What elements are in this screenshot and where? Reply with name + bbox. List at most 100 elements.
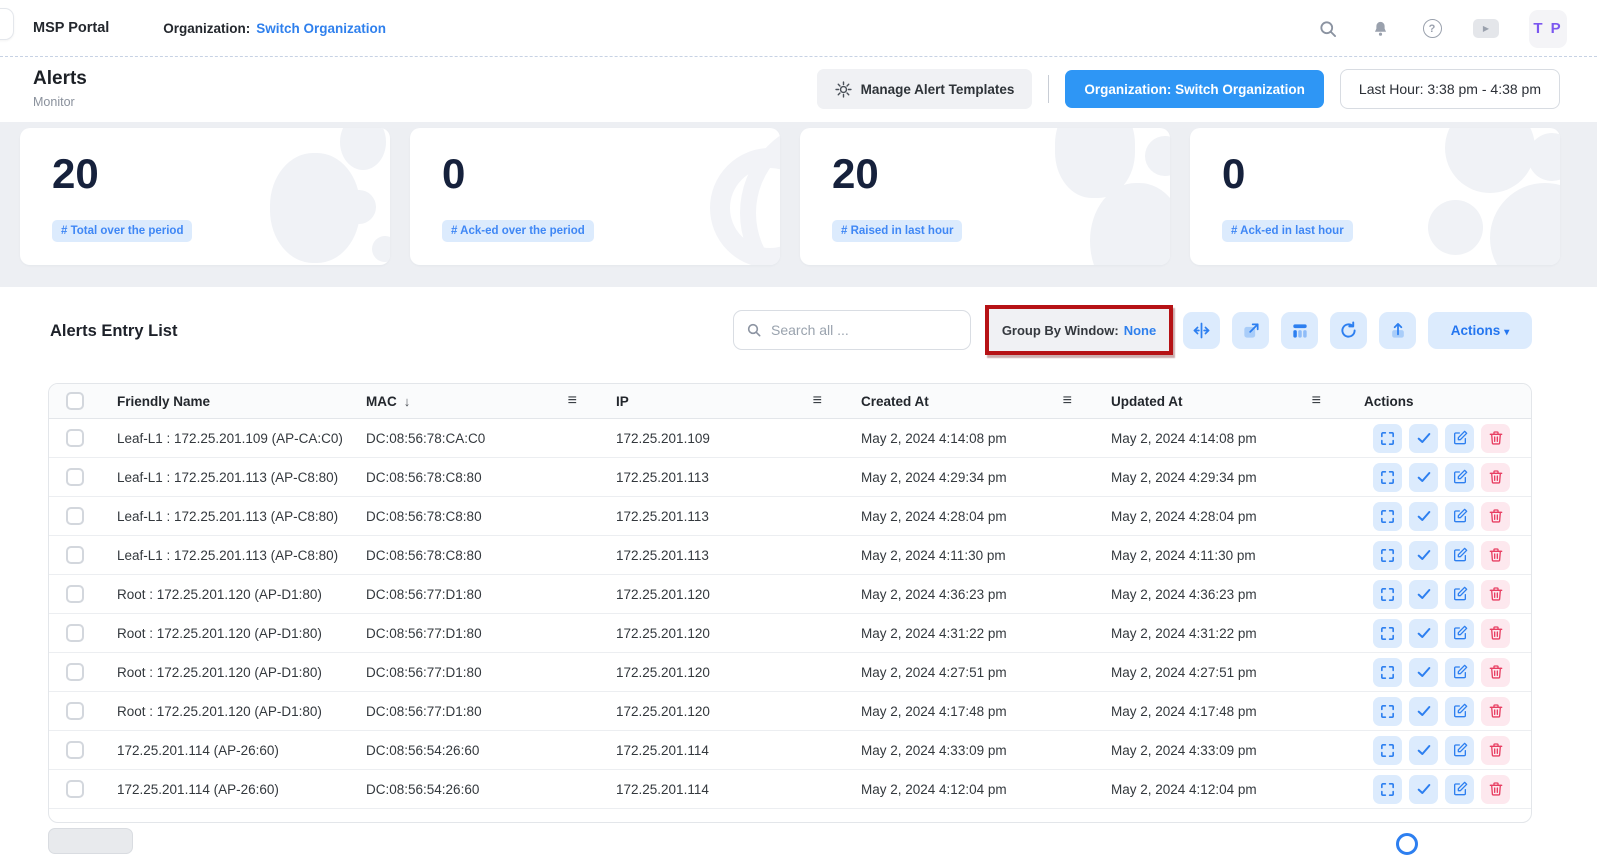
- cell-created-at: May 2, 2024 4:27:51 pm: [836, 665, 1086, 680]
- cell-updated-at: May 2, 2024 4:17:48 pm: [1086, 704, 1335, 719]
- cell-ip: 172.25.201.120: [591, 704, 836, 719]
- delete-trash-icon[interactable]: [1481, 619, 1510, 648]
- acknowledge-check-icon[interactable]: [1409, 463, 1438, 492]
- column-menu-icon[interactable]: ≡: [813, 393, 822, 409]
- expand-icon[interactable]: [1373, 775, 1402, 804]
- cell-mac: DC:08:56:54:26:60: [350, 782, 591, 797]
- delete-trash-icon[interactable]: [1481, 658, 1510, 687]
- expand-icon[interactable]: [1373, 424, 1402, 453]
- row-checkbox[interactable]: [66, 429, 84, 447]
- edit-icon[interactable]: [1445, 736, 1474, 765]
- stat-label-badge: # Total over the period: [52, 220, 192, 242]
- acknowledge-check-icon[interactable]: [1409, 424, 1438, 453]
- expand-icon[interactable]: [1373, 502, 1402, 531]
- col-mac[interactable]: MAC↓: [366, 394, 410, 409]
- col-created-at[interactable]: Created At: [861, 394, 929, 409]
- page-title: Alerts: [33, 68, 87, 90]
- delete-trash-icon[interactable]: [1481, 424, 1510, 453]
- edit-icon[interactable]: [1445, 502, 1474, 531]
- delete-trash-icon[interactable]: [1481, 541, 1510, 570]
- row-checkbox[interactable]: [66, 780, 84, 798]
- row-checkbox[interactable]: [66, 663, 84, 681]
- col-updated-at[interactable]: Updated At: [1111, 394, 1183, 409]
- cell-friendly-name: 172.25.201.114 (AP-26:60): [101, 743, 350, 758]
- search-input[interactable]: [771, 322, 958, 338]
- expand-icon[interactable]: [1373, 580, 1402, 609]
- columns-icon[interactable]: [1281, 312, 1318, 349]
- edit-icon[interactable]: [1445, 619, 1474, 648]
- row-checkbox[interactable]: [66, 546, 84, 564]
- acknowledge-check-icon[interactable]: [1409, 619, 1438, 648]
- delete-trash-icon[interactable]: [1481, 463, 1510, 492]
- acknowledge-check-icon[interactable]: [1409, 502, 1438, 531]
- table-row: Leaf-L1 : 172.25.201.113 (AP-C8:80) DC:0…: [49, 458, 1531, 497]
- sidebar-toggle[interactable]: [0, 8, 14, 40]
- stat-card-total: 20 # Total over the period: [20, 128, 390, 265]
- time-range-button[interactable]: Last Hour: 3:38 pm - 4:38 pm: [1340, 69, 1560, 109]
- table-header-row: Friendly Name MAC↓ ≡ IP ≡ Created At ≡ U…: [49, 384, 1531, 419]
- col-ip[interactable]: IP: [616, 394, 629, 409]
- notifications-bell-icon[interactable]: [1369, 18, 1391, 40]
- edit-icon[interactable]: [1445, 697, 1474, 726]
- cell-mac: DC:08:56:54:26:60: [350, 743, 591, 758]
- expand-icon[interactable]: [1373, 541, 1402, 570]
- manage-alert-templates-button[interactable]: Manage Alert Templates: [817, 69, 1033, 109]
- row-checkbox[interactable]: [66, 468, 84, 486]
- expand-icon[interactable]: [1373, 619, 1402, 648]
- column-menu-icon[interactable]: ≡: [1063, 393, 1072, 409]
- cell-mac: DC:08:56:78:CA:C0: [350, 431, 591, 446]
- row-checkbox[interactable]: [66, 702, 84, 720]
- delete-trash-icon[interactable]: [1481, 736, 1510, 765]
- col-friendly-name[interactable]: Friendly Name: [117, 394, 210, 409]
- edit-icon[interactable]: [1445, 580, 1474, 609]
- stat-card-acked-period: 0 # Ack-ed over the period: [410, 128, 780, 265]
- acknowledge-check-icon[interactable]: [1409, 736, 1438, 765]
- help-icon[interactable]: ?: [1421, 18, 1443, 40]
- refresh-icon[interactable]: [1330, 312, 1367, 349]
- row-checkbox[interactable]: [66, 741, 84, 759]
- group-by-window-button[interactable]: Group By Window: None: [1002, 323, 1156, 338]
- delete-trash-icon[interactable]: [1481, 580, 1510, 609]
- stat-value: 20: [52, 150, 99, 198]
- expand-icon[interactable]: [1373, 463, 1402, 492]
- page-size-selector[interactable]: [48, 828, 133, 854]
- switch-organization-link[interactable]: Switch Organization: [256, 21, 386, 36]
- expand-icon[interactable]: [1373, 736, 1402, 765]
- export-icon[interactable]: [1379, 312, 1416, 349]
- expand-icon[interactable]: [1373, 658, 1402, 687]
- acknowledge-check-icon[interactable]: [1409, 658, 1438, 687]
- delete-trash-icon[interactable]: [1481, 697, 1510, 726]
- scroll-indicator[interactable]: [1396, 833, 1418, 855]
- delete-trash-icon[interactable]: [1481, 775, 1510, 804]
- expand-icon[interactable]: [1373, 697, 1402, 726]
- search-icon[interactable]: [1317, 18, 1339, 40]
- acknowledge-check-icon[interactable]: [1409, 697, 1438, 726]
- edit-icon[interactable]: [1445, 463, 1474, 492]
- edit-icon[interactable]: [1445, 658, 1474, 687]
- edit-icon[interactable]: [1445, 424, 1474, 453]
- top-navbar: MSP Portal Organization:Switch Organizat…: [0, 0, 1597, 57]
- column-resize-icon[interactable]: [1183, 312, 1220, 349]
- cell-mac: DC:08:56:78:C8:80: [350, 548, 591, 563]
- row-checkbox[interactable]: [66, 585, 84, 603]
- column-menu-icon[interactable]: ≡: [1312, 393, 1321, 409]
- acknowledge-check-icon[interactable]: [1409, 775, 1438, 804]
- open-external-icon[interactable]: [1232, 312, 1269, 349]
- stat-card-acked-hour: 0 # Ack-ed in last hour: [1190, 128, 1560, 265]
- select-all-checkbox[interactable]: [66, 392, 84, 410]
- acknowledge-check-icon[interactable]: [1409, 580, 1438, 609]
- user-avatar[interactable]: T P: [1529, 10, 1567, 48]
- cell-ip: 172.25.201.120: [591, 626, 836, 641]
- row-checkbox[interactable]: [66, 624, 84, 642]
- organization-filter-button[interactable]: Organization: Switch Organization: [1065, 70, 1324, 108]
- edit-icon[interactable]: [1445, 775, 1474, 804]
- page-header: Alerts Monitor Manage Alert Templates Or…: [0, 58, 1597, 122]
- edit-icon[interactable]: [1445, 541, 1474, 570]
- actions-dropdown-button[interactable]: Actions▾: [1428, 312, 1532, 349]
- column-menu-icon[interactable]: ≡: [568, 393, 577, 409]
- delete-trash-icon[interactable]: [1481, 502, 1510, 531]
- cell-created-at: May 2, 2024 4:33:09 pm: [836, 743, 1086, 758]
- tutorial-play-icon[interactable]: ▶: [1473, 19, 1499, 38]
- acknowledge-check-icon[interactable]: [1409, 541, 1438, 570]
- row-checkbox[interactable]: [66, 507, 84, 525]
